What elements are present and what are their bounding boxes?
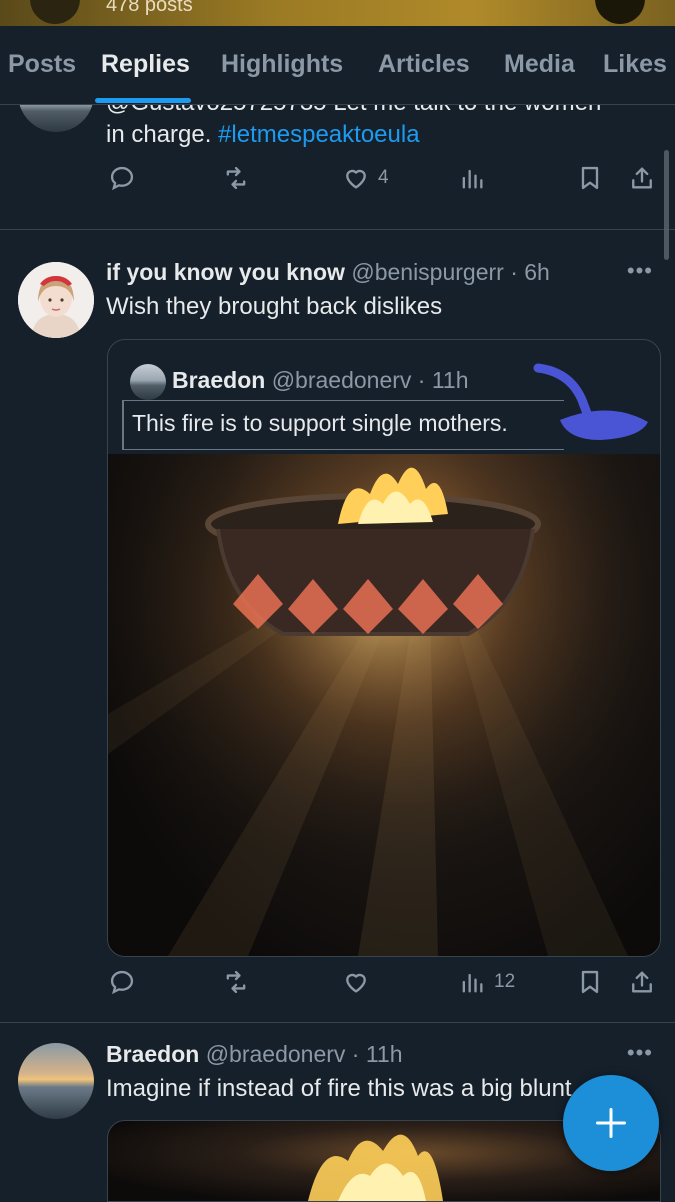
profile-more-button[interactable]	[595, 0, 645, 24]
share-icon	[632, 167, 652, 189]
quoted-header: Braedon @braedonerv · 11h	[172, 367, 469, 394]
post-actions: 12	[0, 968, 675, 1000]
like-count: 4	[378, 167, 389, 188]
retweet-icon	[226, 970, 246, 994]
handle-and-time[interactable]: @braedonerv · 11h	[206, 1041, 403, 1067]
view-count: 12	[494, 971, 516, 992]
post-text-fragment: in charge.	[106, 121, 219, 148]
bookmark-button[interactable]	[576, 968, 604, 996]
like-button[interactable]: 4	[342, 164, 389, 192]
retweet-icon	[226, 166, 246, 190]
blue-scribble-annotation	[533, 363, 648, 440]
share-button[interactable]	[628, 164, 656, 192]
reply-button[interactable]	[108, 968, 136, 996]
compose-post-button[interactable]	[563, 1075, 659, 1171]
quoted-photo-fire-pit[interactable]	[108, 454, 660, 956]
views-icon	[462, 169, 483, 189]
views-button[interactable]	[458, 164, 486, 192]
post-divider	[0, 229, 675, 230]
tab-articles[interactable]: Articles	[378, 50, 470, 79]
heart-icon	[346, 973, 366, 993]
post-text-line-2: in charge. #letmespeaktoeula	[106, 121, 420, 149]
more-dots-icon: •••	[626, 258, 653, 283]
fire-pit-illustration	[108, 454, 660, 956]
views-icon	[462, 973, 483, 993]
handle-and-time[interactable]: @benispurgerr · 6h	[351, 259, 550, 285]
quoted-text: This fire is to support single mothers.	[132, 410, 508, 436]
bookmark-icon	[581, 166, 599, 190]
hashtag-link[interactable]: #letmespeaktoeula	[218, 121, 419, 148]
bookmark-button[interactable]	[576, 164, 604, 192]
views-button[interactable]: 12	[458, 968, 515, 996]
post-header: if you know you know @benispurgerr · 6h	[106, 259, 550, 286]
quoted-display-name: Braedon	[172, 367, 266, 393]
active-tab-indicator	[95, 98, 191, 103]
more-options-button[interactable]: •••	[627, 1040, 653, 1066]
avatar[interactable]	[18, 1043, 94, 1119]
reply-button[interactable]	[108, 164, 136, 192]
avatar-portrait	[18, 262, 94, 338]
post-count: 478 posts	[106, 0, 193, 16]
tab-highlights[interactable]: Highlights	[221, 50, 343, 79]
quoted-avatar	[130, 364, 166, 400]
reply-icon	[110, 166, 134, 191]
tab-posts[interactable]: Posts	[8, 50, 76, 79]
profile-tabs: Posts Replies Highlights Articles Media …	[0, 26, 675, 105]
quoted-handle-and-time: @braedonerv · 11h	[271, 367, 469, 393]
profile-header-bar: 478 posts	[0, 0, 675, 26]
tab-media[interactable]: Media	[504, 50, 575, 79]
display-name[interactable]: Braedon	[106, 1041, 199, 1067]
post-text: Wish they brought back dislikes	[106, 293, 443, 320]
post-divider	[0, 1022, 675, 1023]
more-options-button[interactable]: •••	[627, 258, 653, 284]
bookmark-icon	[581, 970, 599, 994]
post-text: Imagine if instead of fire this was a bi…	[106, 1075, 572, 1102]
scrollbar[interactable]	[664, 150, 669, 260]
post-header: Braedon @braedonerv · 11h	[106, 1041, 403, 1068]
reply-icon	[110, 970, 134, 995]
back-button[interactable]	[30, 0, 80, 24]
share-icon	[632, 971, 652, 993]
retweet-button[interactable]	[222, 968, 250, 996]
avatar[interactable]	[18, 262, 94, 338]
like-button[interactable]	[342, 968, 370, 996]
tab-replies[interactable]: Replies	[101, 50, 190, 79]
plus-icon	[596, 1108, 626, 1138]
post-actions: 4	[0, 164, 675, 196]
more-dots-icon: •••	[626, 1040, 653, 1065]
tab-likes[interactable]: Likes	[603, 50, 667, 79]
retweet-button[interactable]	[222, 164, 250, 192]
heart-icon	[346, 169, 366, 189]
share-button[interactable]	[628, 968, 656, 996]
display-name[interactable]: if you know you know	[106, 259, 345, 285]
